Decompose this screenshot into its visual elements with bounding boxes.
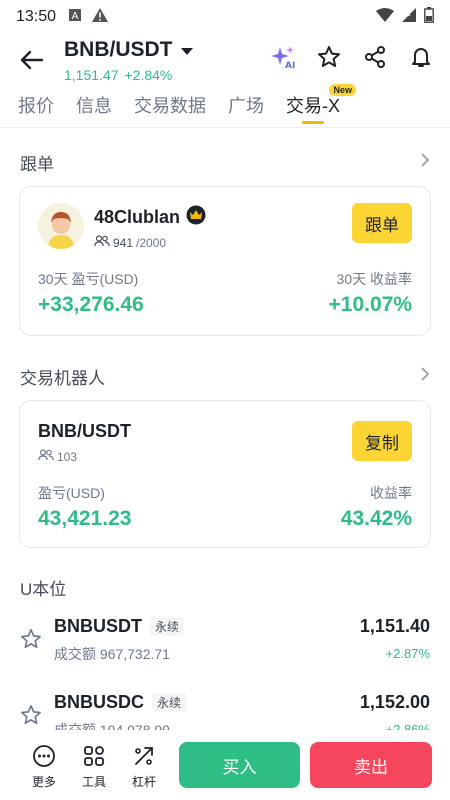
market-volume: 成交额 967,732.71 xyxy=(54,646,170,662)
bot-pair: BNB/USDT xyxy=(38,421,131,441)
new-badge: New xyxy=(329,84,356,96)
share-icon[interactable] xyxy=(362,44,388,70)
caret-down-icon xyxy=(180,38,193,62)
grid-icon xyxy=(82,744,106,771)
market-price: 1,151.40 xyxy=(359,616,430,636)
status-bar: 13:50 A xyxy=(0,0,450,34)
trading-bot-header[interactable]: 交易机器人 xyxy=(20,364,430,389)
copy-bot-button[interactable]: 复制 xyxy=(352,421,412,461)
last-price: 1,151.47 xyxy=(64,67,119,83)
leverage-icon xyxy=(132,744,156,771)
more-button[interactable]: 更多 xyxy=(26,744,62,790)
followers-max: /2000 xyxy=(136,235,167,250)
tab-trading-data[interactable]: 交易数据 xyxy=(134,88,206,128)
tools-label: 工具 xyxy=(81,775,106,789)
chevron-right-icon xyxy=(420,366,430,387)
tab-trade-x-label: 交易-X xyxy=(286,96,340,116)
tab-trade-x[interactable]: 交易-X New xyxy=(286,84,356,128)
star-icon[interactable] xyxy=(20,704,42,731)
trading-bot-card[interactable]: BNB/USDT 103 复制 盈亏(USD) 收益率 43,421.23 43… xyxy=(19,400,431,548)
pair-price-line: 1,151.47 +2.84% xyxy=(64,67,172,83)
chevron-right-icon xyxy=(420,152,430,173)
copy-trader-card[interactable]: 48Clublan 941/2000 跟单 30天 盈亏(USD) 30天 收益… xyxy=(19,186,431,336)
back-arrow-icon[interactable] xyxy=(18,46,46,74)
bot-roi-value: 43.42% xyxy=(340,507,412,530)
perpetual-tag: 永续 xyxy=(150,617,185,636)
copy-trading-header[interactable]: 跟单 xyxy=(20,150,430,175)
pair-selector[interactable]: BNB/USDT xyxy=(64,38,193,62)
crown-badge-icon xyxy=(186,205,206,230)
perpetual-tag: 永续 xyxy=(152,693,187,712)
star-icon[interactable] xyxy=(316,44,342,70)
market-symbol: BNBUSDC xyxy=(54,692,144,712)
people-icon xyxy=(38,449,54,464)
bot-roi-label: 收益率 xyxy=(370,485,412,501)
price-change: +2.84% xyxy=(124,67,173,83)
leverage-button[interactable]: 杠杆 xyxy=(126,744,162,790)
wifi-icon xyxy=(376,7,394,27)
avatar xyxy=(38,203,84,249)
sell-button[interactable]: 卖出 xyxy=(310,742,432,788)
more-icon xyxy=(32,744,56,771)
bot-users-count: 103 xyxy=(38,449,77,464)
usdm-futures-header: U本位 xyxy=(20,575,430,600)
tab-bar: 报价 信息 交易数据 广场 交易-X New xyxy=(0,84,450,128)
tab-square[interactable]: 广场 xyxy=(228,88,264,128)
svg-text:A: A xyxy=(72,11,79,22)
trader-name: 48Clublan xyxy=(94,207,181,227)
font-icon: A xyxy=(68,8,82,27)
leverage-label: 杠杆 xyxy=(131,775,156,789)
people-icon xyxy=(94,235,110,250)
market-row[interactable]: BNBUSDT 永续 成交额 967,732.71 1,151.40 +2.87… xyxy=(0,616,450,676)
followers-current: 941 xyxy=(113,235,134,250)
followers-count: 941/2000 xyxy=(94,235,166,250)
tab-info[interactable]: 信息 xyxy=(76,88,112,128)
svg-text:AI: AI xyxy=(285,61,295,70)
section-title: 跟单 xyxy=(20,155,54,174)
tools-button[interactable]: 工具 xyxy=(76,744,112,790)
trader-name-row: 48Clublan xyxy=(94,205,206,230)
signal-icon xyxy=(402,7,416,27)
bot-pnl-value: 43,421.23 xyxy=(38,507,132,530)
market-change: +2.87% xyxy=(385,646,430,661)
more-label: 更多 xyxy=(31,775,56,789)
pair-header: BNB/USDT 1,151.47 +2.84% AI xyxy=(0,34,450,86)
buy-button[interactable]: 买入 xyxy=(179,742,300,788)
bot-users: 103 xyxy=(57,449,78,464)
market-symbol: BNBUSDT xyxy=(54,616,142,636)
pair-title: BNB/USDT xyxy=(64,38,173,61)
section-title: 交易机器人 xyxy=(20,369,105,388)
battery-icon xyxy=(424,6,434,28)
copy-trade-button[interactable]: 跟单 xyxy=(352,203,412,243)
market-price: 1,152.00 xyxy=(359,692,430,712)
section-title: U本位 xyxy=(20,580,67,599)
star-icon[interactable] xyxy=(20,628,42,655)
pnl-value: +33,276.46 xyxy=(38,293,144,316)
roi-value: +10.07% xyxy=(328,293,413,316)
bell-icon[interactable] xyxy=(408,44,434,70)
ai-sparkle-icon[interactable]: AI xyxy=(270,44,296,70)
roi-label: 30天 收益率 xyxy=(336,271,412,287)
warning-icon xyxy=(92,7,109,27)
pnl-label: 30天 盈亏(USD) xyxy=(38,271,139,287)
tab-quote[interactable]: 报价 xyxy=(18,88,54,128)
bot-pnl-label: 盈亏(USD) xyxy=(38,485,105,501)
bottom-action-bar: 更多 工具 杠杆 买入 卖出 xyxy=(0,730,450,800)
status-time: 13:50 xyxy=(16,8,57,25)
